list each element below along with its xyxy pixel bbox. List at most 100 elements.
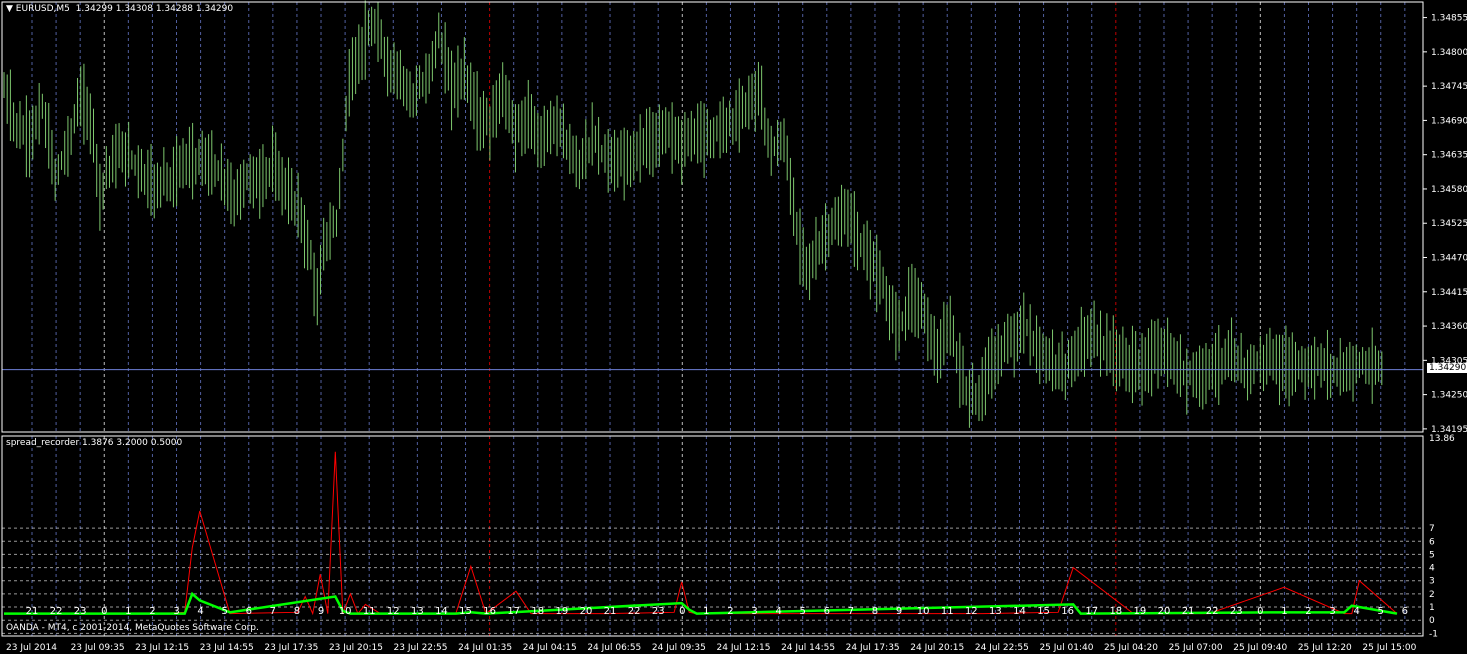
indicator-y-label: 7: [1429, 524, 1435, 534]
hour-tick-label: 1: [1281, 606, 1287, 617]
hour-tick-label: 8: [872, 606, 878, 617]
hour-tick-label: 0: [679, 606, 685, 617]
dropdown-triangle-icon[interactable]: ▼: [6, 4, 13, 14]
date-tick-label: 24 Jul 06:55: [587, 643, 641, 653]
hour-tick-label: 23: [1230, 606, 1243, 617]
hour-tick-label: 22: [628, 606, 641, 617]
hour-tick-label: 0: [1257, 606, 1263, 617]
date-tick-label: 24 Jul 20:15: [910, 643, 964, 653]
hour-tick-label: 6: [246, 606, 252, 617]
date-tick-label: 23 Jul 2014: [6, 643, 57, 653]
indicator-y-label: 13.86: [1429, 434, 1455, 444]
hour-tick-label: 2: [727, 606, 733, 617]
axes: 21 22 23 0 1 2 3 4 5 6 7 8 9 10 11 12 13 14 15 16 17 18 19 20 21…: [1, 1, 1467, 653]
date-tick-label: 23 Jul 17:35: [264, 643, 318, 653]
hour-tick-label: 16: [483, 606, 496, 617]
indicator-y-label: 5: [1429, 550, 1435, 560]
date-tick-label: 23 Jul 14:55: [200, 643, 254, 653]
indicator-y-label: -1: [1429, 629, 1438, 639]
hour-tick-label: 1: [125, 606, 131, 617]
hour-tick-label: 19: [555, 606, 568, 617]
date-tick-label: 24 Jul 14:55: [781, 643, 835, 653]
y-tick-label: 1.34800: [1431, 48, 1467, 58]
hour-tick-label: 21: [1182, 606, 1195, 617]
hour-tick-label: 23: [74, 606, 87, 617]
indicator-y-label: 4: [1429, 564, 1435, 574]
hour-tick-label: 10: [917, 606, 930, 617]
hour-tick-label: 13: [989, 606, 1002, 617]
date-tick-label: 23 Jul 20:15: [329, 643, 383, 653]
hour-tick-label: 9: [896, 606, 902, 617]
main-grid: [31, 2, 1406, 432]
hour-tick-label: 6: [824, 606, 830, 617]
date-tick-label: 25 Jul 07:00: [1169, 643, 1223, 653]
hour-tick-label: 10: [339, 606, 352, 617]
hour-tick-label: 8: [294, 606, 300, 617]
hour-tick-label: 22: [1206, 606, 1219, 617]
main-header[interactable]: ▼ EURUSD,M5 1.34299 1.34308 1.34288 1.34…: [6, 4, 233, 14]
indicator-y-label: 0: [1429, 616, 1435, 626]
hour-tick-label: 11: [363, 606, 376, 617]
hour-tick-label: 17: [1085, 606, 1098, 617]
symbol-label: EURUSD,M5: [15, 4, 70, 14]
date-tick-label: 25 Jul 15:00: [1362, 643, 1416, 653]
chart-canvas[interactable]: 21 22 23 0 1 2 3 4 5 6 7 8 9 10 11 12 13 14 15 16 17 18 19 20 21…: [0, 0, 1467, 654]
y-tick-label: 1.34250: [1431, 391, 1467, 401]
hour-tick-label: 5: [1378, 606, 1384, 617]
y-tick-label: 1.34470: [1431, 254, 1467, 264]
hour-tick-label: 18: [531, 606, 544, 617]
date-tick-label: 24 Jul 17:35: [846, 643, 900, 653]
hour-tick-label: 4: [775, 606, 781, 617]
date-tick-label: 24 Jul 04:15: [523, 643, 577, 653]
current-price-label: 1.34290: [1427, 363, 1467, 373]
y-tick-label: 1.34855: [1431, 14, 1467, 24]
hour-tick-label: 0: [101, 606, 107, 617]
hour-tick-label: 20: [580, 606, 593, 617]
y-tick-label: 1.34415: [1431, 288, 1467, 298]
hour-tick-label: 22: [50, 606, 63, 617]
price-series: [2, 0, 1423, 428]
ohlc-label: 1.34299 1.34308 1.34288 1.34290: [75, 4, 234, 14]
hour-tick-label: 7: [270, 606, 276, 617]
hour-tick-label: 14: [435, 606, 448, 617]
hour-tick-label: 13: [411, 606, 424, 617]
hour-tick-label: 3: [1329, 606, 1335, 617]
main-panel-border: [1, 1, 1424, 433]
date-tick-label: 25 Jul 09:40: [1233, 643, 1287, 653]
date-tick-label: 23 Jul 12:15: [135, 643, 189, 653]
y-tick-label: 1.34745: [1431, 82, 1467, 92]
date-tick-label: 25 Jul 12:20: [1298, 643, 1352, 653]
indicator-y-label: 3: [1429, 577, 1435, 587]
indicator-name: spread_recorder: [6, 438, 80, 448]
indicator-y-label: 6: [1429, 537, 1435, 547]
date-tick-label: 24 Jul 01:35: [458, 643, 512, 653]
hour-tick-label: 3: [751, 606, 757, 617]
date-tick-label: 24 Jul 09:35: [652, 643, 706, 653]
hour-tick-label: 3: [173, 606, 179, 617]
hour-tick-label: 21: [604, 606, 617, 617]
hour-tick-label: 11: [941, 606, 954, 617]
y-tick-label: 1.34360: [1431, 322, 1467, 332]
hour-tick-label: 5: [800, 606, 806, 617]
hour-tick-label: 6: [1402, 606, 1408, 617]
date-tick-label: 24 Jul 12:15: [717, 643, 771, 653]
date-tick-label: 23 Jul 22:55: [394, 643, 448, 653]
date-tick-label: 25 Jul 04:20: [1104, 643, 1158, 653]
date-tick-label: 23 Jul 09:35: [71, 643, 125, 653]
hour-tick-label: 17: [507, 606, 520, 617]
hour-tick-label: 4: [197, 606, 203, 617]
footer-text: OANDA - MT4, c 2001-2014, MetaQuotes Sof…: [6, 623, 259, 633]
hour-tick-label: 19: [1134, 606, 1147, 617]
hour-tick-label: 16: [1061, 606, 1074, 617]
y-tick-label: 1.34525: [1431, 219, 1467, 229]
hour-tick-label: 1: [703, 606, 709, 617]
indicator-values: 1.3876 3.2000 0.5000: [82, 438, 183, 448]
hour-tick-label: 14: [1013, 606, 1026, 617]
hour-tick-label: 21: [26, 606, 39, 617]
hour-tick-label: 12: [387, 606, 400, 617]
hour-tick-label: 7: [848, 606, 854, 617]
hour-tick-label: 2: [149, 606, 155, 617]
hour-tick-label: 23: [652, 606, 665, 617]
hour-tick-label: 2: [1305, 606, 1311, 617]
y-tick-label: 1.34690: [1431, 116, 1467, 126]
